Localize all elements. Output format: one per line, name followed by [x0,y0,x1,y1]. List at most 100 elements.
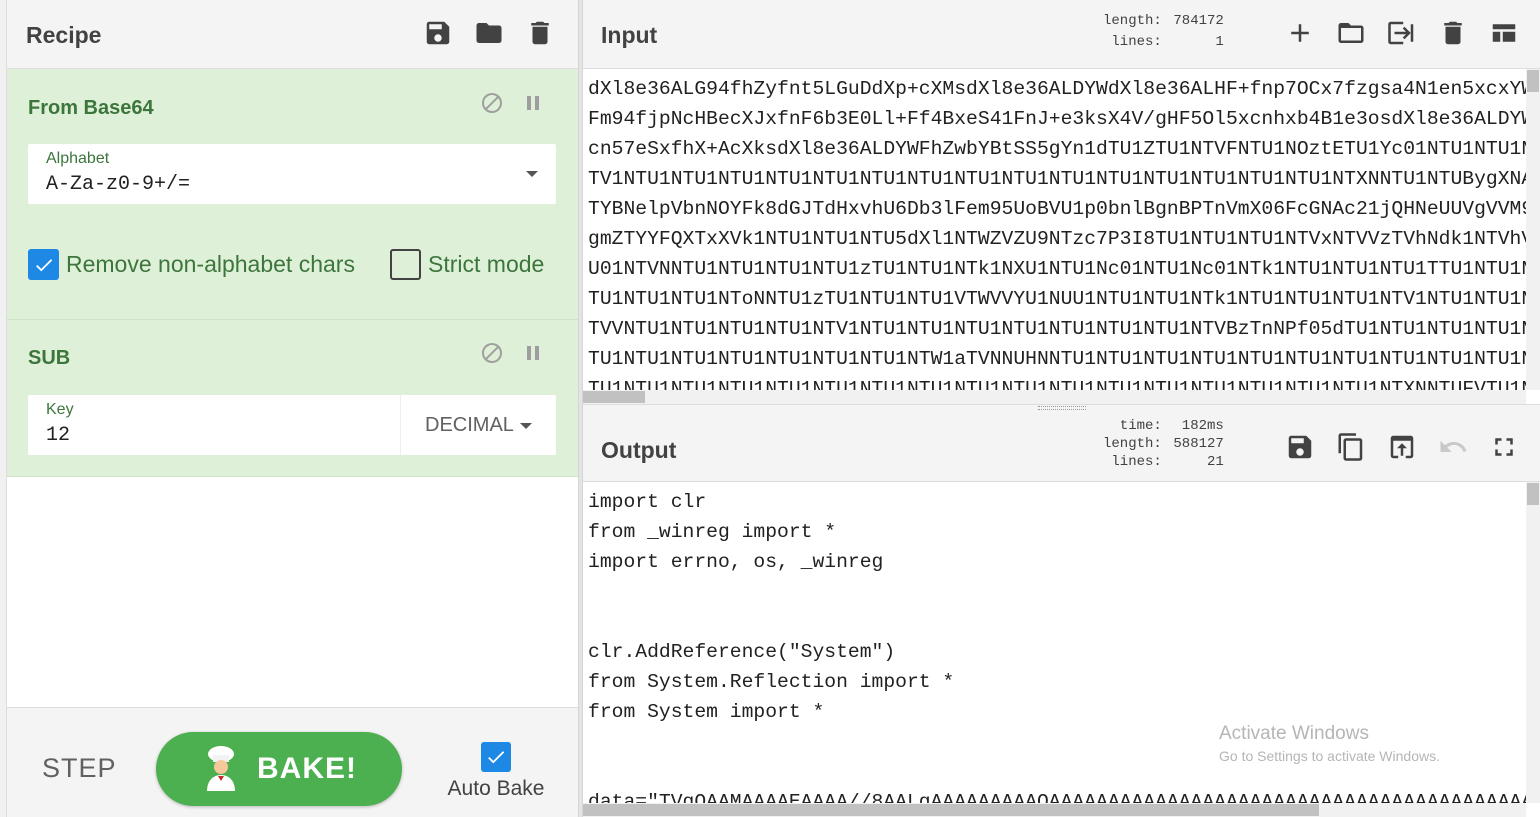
breakpoint-button[interactable] [520,90,546,116]
watermark-title: Activate Windows [1219,723,1369,744]
output-vertical-scrollbar[interactable] [1526,482,1540,803]
field-separator [400,395,401,455]
disable-operation-button[interactable] [479,340,505,366]
scroll-thumb[interactable] [1527,70,1539,92]
output-line: clr.AddReference("System") [588,641,896,663]
trash-icon [1444,21,1462,45]
input-line: cn57eSxfhX+AcXksdXl8e36ALDYWFhZwbYBtSS5g… [588,138,1526,160]
checkbox-checked-icon[interactable] [28,249,59,280]
strict-mode-checkbox[interactable]: Strict mode [390,249,544,280]
input-vertical-scrollbar[interactable] [1526,69,1540,390]
folder-icon [1338,23,1364,43]
output-length: 588127 [1173,436,1224,452]
input-lines: 1 [1215,34,1224,50]
input-line: TU1NTU1NTU1NTU1NTU1NTU1NTU1NTW1aTVNNUHNN… [588,348,1526,370]
time-label: time: [1119,418,1162,434]
replace-input-button[interactable] [1384,429,1420,465]
layout-icon [1492,24,1516,42]
key-field[interactable]: Key 12 DECIMAL [28,395,556,455]
scroll-thumb[interactable] [583,804,1319,816]
output-line: import clr [588,491,707,513]
load-recipe-button[interactable] [473,17,505,49]
input-text[interactable]: dXl8e36ALG94fhZyfnt5LGuDdXp+cXMsdXl8e36A… [583,74,1526,390]
input-horizontal-scrollbar[interactable] [583,390,1526,404]
auto-bake-label: Auto Bake [447,777,545,800]
add-input-tab-button[interactable] [1282,15,1318,51]
output-line: from _winreg import * [588,521,837,543]
checkbox-label: Remove non-alphabet chars [66,251,355,277]
output-title: Output [601,437,677,463]
remove-non-alphabet-checkbox[interactable]: Remove non-alphabet chars [28,249,355,280]
output-horizontal-scrollbar[interactable] [583,803,1526,817]
pause-icon [527,346,539,360]
chevron-down-icon[interactable] [526,171,538,177]
checkbox-unchecked-icon[interactable] [390,249,421,280]
reset-layout-button[interactable] [1486,15,1522,51]
operation-from-base64[interactable]: From Base64 Alphabet A-Za-z0-9+/= Remove… [7,69,578,320]
undo-switch-button[interactable] [1435,429,1471,465]
input-length: 784172 [1173,13,1224,29]
replace-input-icon [1390,435,1414,459]
copy-icon [1338,433,1363,461]
key-format-dropdown[interactable]: DECIMAL [425,414,514,437]
cyberchef-app: Recipe From Base64 Alphabet A-Za-z0-9+/= [0,0,1540,817]
clear-input-button[interactable] [1435,15,1471,51]
chevron-down-icon[interactable] [520,423,532,429]
maximise-output-button[interactable] [1486,429,1522,465]
clear-recipe-button[interactable] [524,17,556,49]
input-line: TU1NTU1NTU1NToNNTU1zTU1NTU1NTU1VTWVVYU1N… [588,288,1526,310]
input-stats: length: 784172 lines: 1 [1103,11,1224,53]
breakpoint-button[interactable] [520,340,546,366]
scroll-thumb[interactable] [583,391,645,403]
open-file-button[interactable] [1333,15,1369,51]
save-icon [426,21,450,45]
input-line: TVVNTU1NTU1NTU1NTU1NTV1NTU1NTU1NTU1NTU1N… [588,318,1526,340]
folder-icon [476,23,502,43]
alphabet-field[interactable]: Alphabet A-Za-z0-9+/= [28,144,556,204]
bake-button[interactable]: BAKE! [156,732,402,806]
output-lines: 21 [1207,454,1224,470]
key-label: Key [46,401,74,418]
output-line: from System.Reflection import * [588,671,955,693]
pause-icon [527,96,539,110]
length-label: length: [1103,13,1162,29]
input-line: dXl8e36ALG94fhZyfnt5LGuDdXp+cXMsdXl8e36A… [588,78,1526,100]
io-resizer[interactable] [583,404,1540,412]
copy-output-button[interactable] [1333,429,1369,465]
input-header: Input length: 784172 lines: 1 [583,0,1540,69]
output-stats: time: 182ms length: 588127 lines: 21 [1103,417,1224,471]
save-output-button[interactable] [1282,429,1318,465]
input-title: Input [601,22,658,48]
operations-pane-edge[interactable] [0,0,7,817]
checkbox-checked-icon[interactable] [481,742,511,772]
input-line: Fm94fjpNcHBecXJxfnF6b3E0Ll+Ff4BxeS41FnJ+… [588,108,1526,130]
open-folder-button[interactable] [1384,15,1420,51]
operation-sub[interactable]: SUB Key 12 DECIMAL [7,320,578,477]
output-line: import errno, os, _winreg [588,551,884,573]
checkbox-label: Strict mode [428,251,545,277]
chef-icon [207,746,235,791]
input-line: TYBNelpVbnNOYFk8dGJTdHxvhU6Db3lFem95UoBV… [588,198,1526,220]
output-time: 182ms [1181,418,1224,434]
auto-bake-checkbox[interactable]: Auto Bake [444,742,548,801]
recipe-header: Recipe [7,0,578,69]
resize-grip-icon [1038,406,1086,410]
scroll-thumb[interactable] [1527,483,1539,505]
recipe-drop-area[interactable] [7,477,578,707]
operation-title: From Base64 [28,97,154,119]
trash-icon [531,21,549,45]
save-recipe-button[interactable] [422,17,454,49]
disable-icon [482,93,502,113]
alphabet-value[interactable]: A-Za-z0-9+/= [46,173,190,196]
output-header: Output time: 182ms length: 588127 lines: 21 [583,412,1540,482]
step-button[interactable]: STEP [42,753,117,784]
disable-operation-button[interactable] [479,90,505,116]
activate-windows-watermark: Activate Windows Go to Settings to activ… [1219,723,1440,764]
alphabet-label: Alphabet [46,150,110,167]
bake-label: BAKE! [257,752,357,785]
key-value[interactable]: 12 [46,424,70,447]
length-label: length: [1103,436,1162,452]
input-pane: Input length: 784172 lines: 1 dXl8e36ALG94… [583,0,1540,412]
